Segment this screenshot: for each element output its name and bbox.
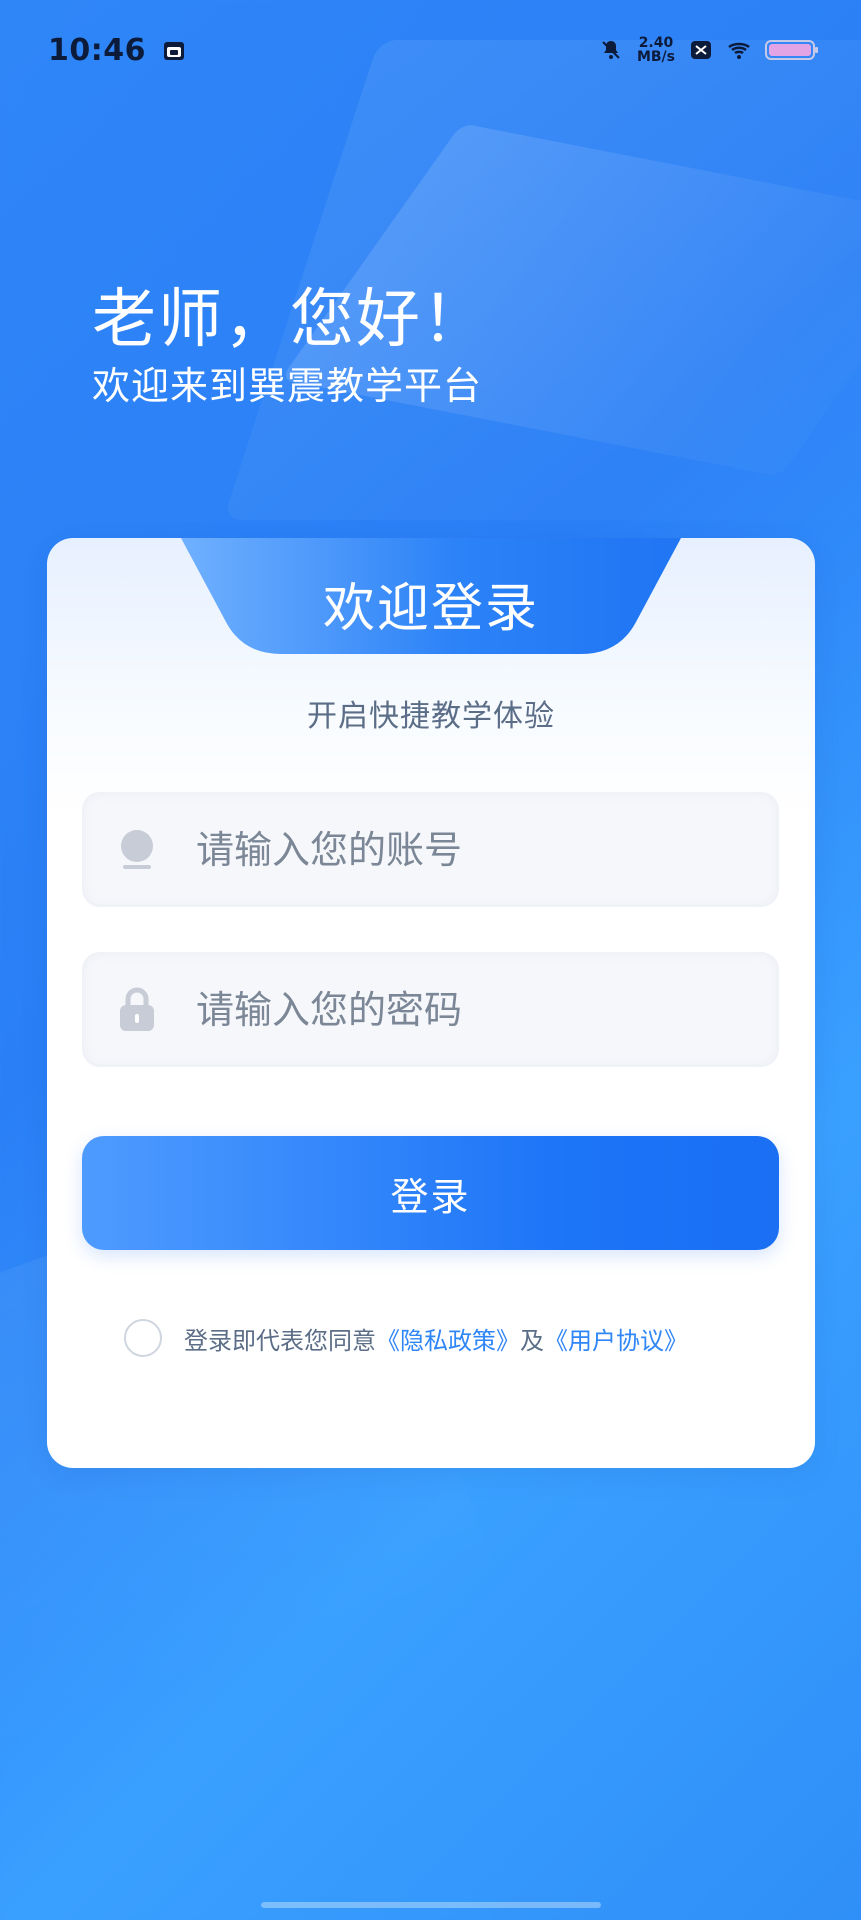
agreement-and: 及 <box>520 1326 544 1355</box>
lock-icon <box>120 987 154 1031</box>
status-left: 10:46 <box>48 33 186 68</box>
password-input-row <box>82 952 779 1067</box>
agreement-row: 登录即代表您同意《隐私政策》及《用户协议》 <box>124 1319 688 1357</box>
home-indicator <box>260 1902 601 1908</box>
agreement-text: 登录即代表您同意《隐私政策》及《用户协议》 <box>184 1321 688 1356</box>
agreement-checkbox[interactable] <box>124 1319 162 1357</box>
account-input[interactable] <box>194 826 718 873</box>
status-bar: 10:46 2.40 MB/s <box>0 0 861 100</box>
card-title: 欢迎登录 <box>322 579 539 639</box>
battery-icon <box>765 40 818 60</box>
close-small-icon <box>691 41 711 59</box>
user-icon <box>121 829 153 869</box>
wifi-icon <box>728 42 750 59</box>
user-agreement-link[interactable]: 《用户协议》 <box>544 1327 688 1355</box>
greeting-title: 老师，您好！ <box>92 283 488 357</box>
privacy-policy-link[interactable]: 《隐私政策》 <box>376 1327 520 1355</box>
login-button[interactable]: 登录 <box>82 1136 779 1250</box>
network-speed-unit: MB/s <box>636 49 675 65</box>
card-subtitle: 开启快捷教学体验 <box>307 699 555 734</box>
password-input[interactable] <box>194 986 718 1033</box>
calendar-icon <box>164 42 184 60</box>
login-card: 欢迎登录 开启快捷教学体验 登录 登录即代表您同意《隐私政策》及《用户协议》 <box>47 538 815 1468</box>
agreement-prefix: 登录即代表您同意 <box>184 1326 376 1355</box>
status-right: 2.40 MB/s <box>599 36 819 64</box>
account-input-row <box>82 792 779 907</box>
bell-off-icon <box>602 41 620 59</box>
greeting-subtitle: 欢迎来到巽震教学平台 <box>92 364 483 408</box>
network-speed-value: 2.40 <box>638 35 674 51</box>
network-speed: 2.40 MB/s <box>637 36 675 64</box>
status-time: 10:46 <box>48 32 146 68</box>
